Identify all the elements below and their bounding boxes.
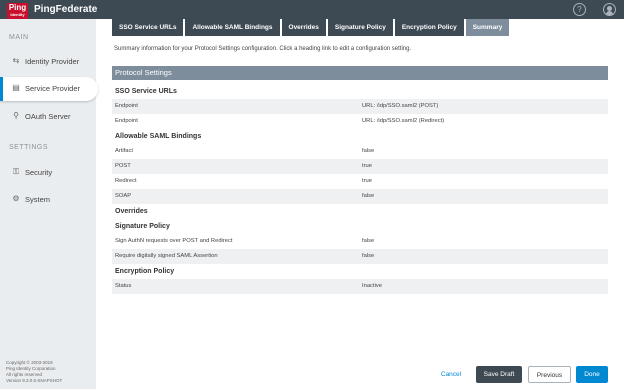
row-key: SOAP: [115, 193, 132, 199]
table-row: Artifact false: [112, 144, 608, 159]
sidebar-item-security[interactable]: ⚿ Security: [0, 161, 96, 185]
tab-allowable-saml-bindings[interactable]: Allowable SAML Bindings: [185, 19, 280, 36]
tab-encryption-policy[interactable]: Encryption Policy: [394, 19, 464, 36]
help-icon[interactable]: ?: [573, 3, 586, 16]
service-provider-icon: ▤: [12, 83, 20, 92]
section-header-protocol-settings: Protocol Settings: [112, 66, 608, 80]
protocol-tabs: SSO Service URLs Allowable SAML Bindings…: [112, 19, 510, 36]
group-heading-overrides[interactable]: Overrides: [112, 204, 608, 219]
row-value: false: [362, 238, 375, 244]
row-value: false: [362, 193, 375, 199]
oauth-server-icon: ⚲: [13, 111, 19, 120]
sidebar-item-label: Service Provider: [25, 84, 81, 93]
row-value: false: [362, 148, 375, 154]
row-value: false: [362, 253, 375, 259]
row-key: Endpoint: [115, 118, 138, 124]
brand-name: PingFederate: [34, 4, 98, 15]
sidebar-item-oauth-server[interactable]: ⚲ OAuth Server: [0, 105, 96, 129]
group-heading-signature-policy[interactable]: Signature Policy: [112, 219, 608, 234]
ping-logo[interactable]: Ping Identity: [7, 3, 28, 19]
table-row: Endpoint URL: /idp/SSO.saml2 (POST): [112, 99, 608, 114]
sidebar-settings-label: SETTINGS: [9, 144, 49, 151]
table-row: Redirect true: [112, 174, 608, 189]
row-value: URL: /idp/SSO.saml2 (Redirect): [362, 118, 445, 124]
row-key: Artifact: [115, 148, 134, 154]
sidebar-item-label: Identity Provider: [25, 57, 80, 66]
cancel-button[interactable]: Cancel: [437, 366, 465, 383]
tab-sso-service-urls[interactable]: SSO Service URLs: [112, 19, 184, 36]
tab-overrides[interactable]: Overrides: [281, 19, 326, 36]
row-value: URL: /idp/SSO.saml2 (POST): [362, 103, 439, 109]
save-draft-button[interactable]: Save Draft: [476, 366, 522, 383]
security-icon: ⚿: [12, 167, 20, 176]
sidebar-item-system[interactable]: ⚙ System: [0, 188, 96, 212]
logo-sub: Identity: [10, 12, 25, 17]
summary-description: Summary information for your Protocol Se…: [114, 46, 412, 52]
table-row: Status Inactive: [112, 279, 608, 294]
row-key: Require digitally signed SAML Assertion: [115, 253, 218, 259]
row-key: POST: [115, 163, 131, 169]
group-heading-encryption-policy[interactable]: Encryption Policy: [112, 264, 608, 279]
group-heading-allowable-saml-bindings[interactable]: Allowable SAML Bindings: [112, 129, 608, 144]
copyright: Copyright © 2003-2019 Ping Identity Corp…: [6, 360, 92, 384]
tab-signature-policy[interactable]: Signature Policy: [327, 19, 393, 36]
row-value: Inactive: [362, 283, 382, 289]
sidebar-main-label: MAIN: [9, 34, 29, 41]
done-button[interactable]: Done: [576, 366, 608, 383]
user-avatar-icon[interactable]: [603, 3, 616, 16]
table-row: SOAP false: [112, 189, 608, 204]
summary-content: SSO Service URLs Endpoint URL: /idp/SSO.…: [112, 84, 608, 294]
sidebar-item-label: OAuth Server: [25, 112, 71, 121]
row-value: true: [362, 163, 372, 169]
row-key: Redirect: [115, 178, 137, 184]
sidebar-item-label: System: [25, 195, 51, 204]
identity-provider-icon: ⇆: [12, 56, 20, 65]
table-row: Require digitally signed SAML Assertion …: [112, 249, 608, 264]
logo-text: Ping: [8, 3, 27, 12]
system-icon: ⚙: [12, 194, 20, 203]
tab-summary[interactable]: Summary: [465, 19, 510, 36]
row-key: Endpoint: [115, 103, 138, 109]
previous-button[interactable]: Previous: [528, 366, 571, 383]
row-value: true: [362, 178, 372, 184]
sidebar-item-identity-provider[interactable]: ⇆ Identity Provider: [0, 50, 96, 74]
table-row: Sign AuthN requests over POST and Redire…: [112, 234, 608, 249]
version-line: Version 9.3.0.5-SNAPSHOT: [6, 378, 63, 383]
group-heading-sso-service-urls[interactable]: SSO Service URLs: [112, 84, 608, 99]
row-key: Status: [115, 283, 132, 289]
sidebar: MAIN ⇆ Identity Provider ▤ Service Provi…: [0, 19, 98, 389]
table-row: Endpoint URL: /idp/SSO.saml2 (Redirect): [112, 114, 608, 129]
top-bar: Ping Identity PingFederate ?: [0, 0, 624, 19]
sidebar-item-service-provider[interactable]: ▤ Service Provider: [0, 77, 98, 101]
sidebar-item-label: Security: [25, 168, 53, 177]
table-row: POST true: [112, 159, 608, 174]
row-key: Sign AuthN requests over POST and Redire…: [115, 238, 233, 244]
